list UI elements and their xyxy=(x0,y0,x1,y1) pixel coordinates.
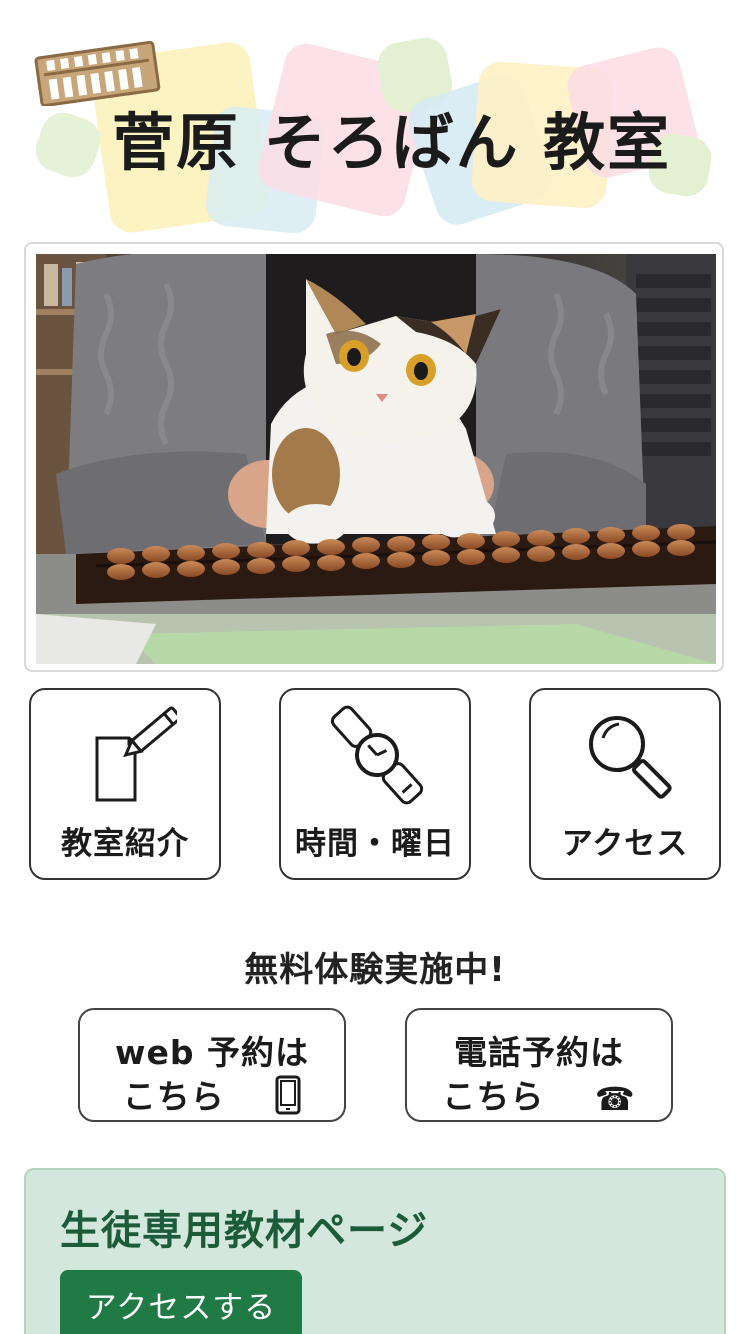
document-pencil-icon xyxy=(95,706,177,802)
phone-reservation-line2-wrap: こちら ☎ xyxy=(407,1070,671,1118)
site-logo[interactable]: 菅原 そろばん 教室 xyxy=(29,30,720,240)
phone-reservation-line1: 電話予約は xyxy=(454,1033,624,1072)
hero-image-frame xyxy=(24,242,724,672)
access-button[interactable]: アクセスする xyxy=(60,1270,302,1334)
web-reservation-line2: こちら xyxy=(122,1077,225,1116)
phone-reservation-button[interactable]: 電話予約は こちら ☎ xyxy=(405,1008,673,1122)
web-reservation-button[interactable]: web 予約は こちら xyxy=(78,1008,346,1122)
telephone-icon: ☎ xyxy=(594,1079,636,1118)
student-materials-title: 生徒専用教材ページ xyxy=(60,1208,429,1254)
wristwatch-icon xyxy=(330,705,424,805)
site-title: 菅原 そろばん 教室 xyxy=(112,106,672,179)
magnifier-icon xyxy=(589,716,672,799)
nav-schedule-button[interactable]: 時間・曜日 xyxy=(279,688,471,880)
hero-photo xyxy=(36,254,716,664)
nav-classroom-intro-button[interactable]: 教室紹介 xyxy=(29,688,221,880)
web-reservation-line2-wrap: こちら xyxy=(80,1070,344,1123)
student-materials-panel: 生徒専用教材ページ アクセスする xyxy=(24,1168,726,1334)
web-reservation-line1: web 予約は xyxy=(115,1033,309,1072)
nav-access-button[interactable]: アクセス xyxy=(529,688,721,880)
smartphone-icon xyxy=(275,1075,301,1123)
cat-with-abacus-photo xyxy=(36,254,716,664)
page: 菅原 そろばん 教室 教室紹介 時間・曜日 アクセス 無料体験実施中! web … xyxy=(0,0,750,1334)
free-trial-heading: 無料体験実施中! xyxy=(244,950,506,990)
nav-label: 教室紹介 xyxy=(61,826,189,862)
logo-decor-square xyxy=(29,106,107,184)
nav-label: 時間・曜日 xyxy=(295,826,455,862)
nav-label: アクセス xyxy=(561,826,689,862)
phone-reservation-line2: こちら xyxy=(442,1077,545,1116)
